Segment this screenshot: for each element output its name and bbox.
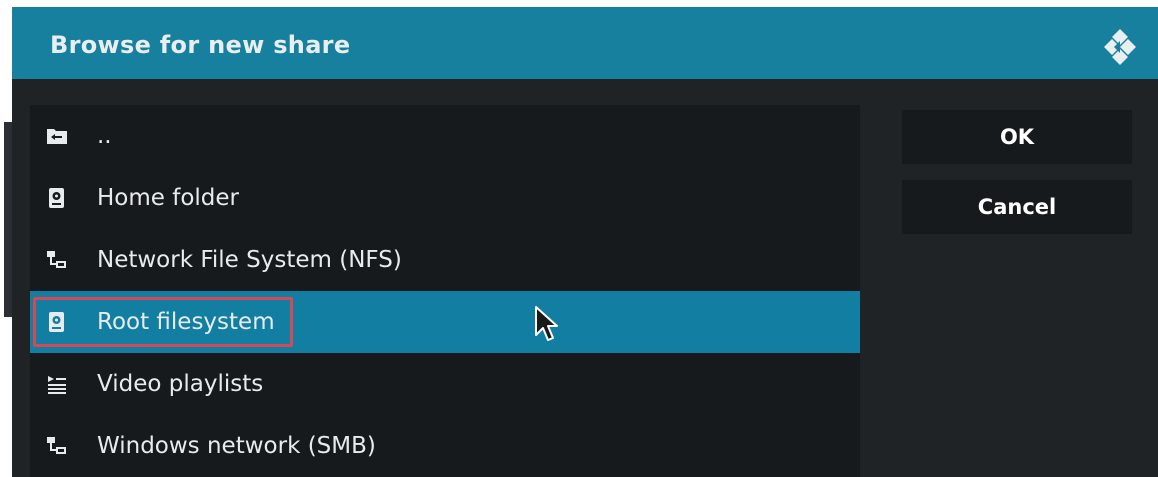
list-item-windows-network[interactable]: Windows network (SMB) (30, 415, 860, 477)
dialog-title: Browse for new share (50, 31, 351, 59)
background-edge (4, 122, 12, 317)
drive-icon (49, 188, 64, 208)
source-list: .. Home folder Network File System (NFS) (30, 105, 860, 477)
list-item-video-playlists[interactable]: Video playlists (30, 353, 860, 415)
list-item-root-filesystem[interactable]: Root filesystem (30, 291, 860, 353)
network-icon (47, 251, 66, 268)
list-item-parent[interactable]: .. (30, 105, 860, 167)
kodi-logo-icon (1104, 29, 1136, 65)
list-item-label: Home folder (97, 185, 239, 211)
list-item-label: Network File System (NFS) (97, 247, 402, 273)
list-item-label: Root filesystem (97, 309, 275, 335)
mouse-cursor-icon (535, 306, 558, 341)
cancel-button[interactable]: Cancel (902, 180, 1132, 234)
browse-share-dialog: Browse for new share .. Home folder Netw… (4, 7, 1158, 477)
dialog-titlebar: Browse for new share (12, 7, 1158, 79)
list-item-label: Windows network (SMB) (97, 433, 376, 459)
list-item-home-folder[interactable]: Home folder (30, 167, 860, 229)
folder-back-icon (47, 129, 67, 144)
network-icon (47, 437, 66, 454)
list-item-label: .. (97, 123, 112, 149)
ok-button[interactable]: OK (902, 110, 1132, 164)
drive-icon (49, 312, 64, 332)
list-item-nfs[interactable]: Network File System (NFS) (30, 229, 860, 291)
list-item-label: Video playlists (97, 371, 264, 397)
playlist-icon (48, 376, 66, 394)
